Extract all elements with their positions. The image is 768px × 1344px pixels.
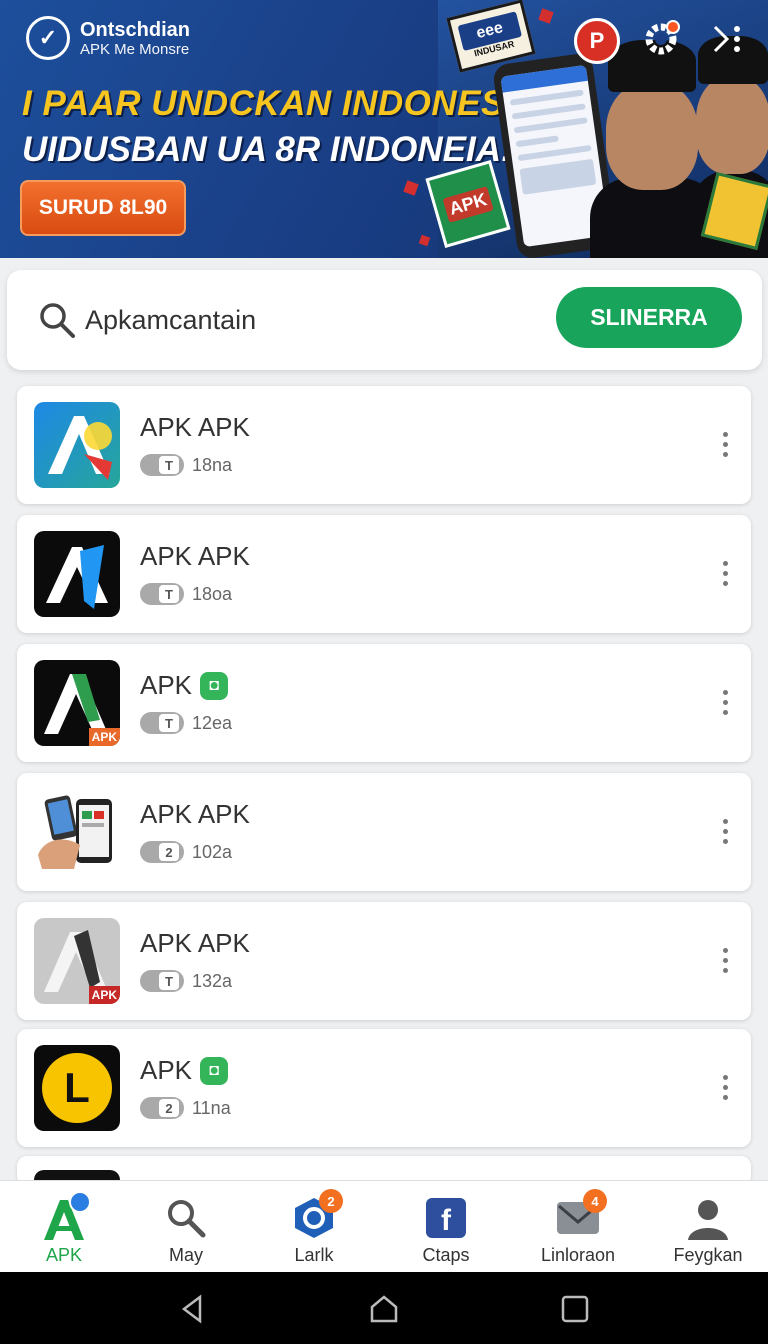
apk-badge: APK	[88, 986, 120, 1004]
nav-item-ctaps[interactable]: f Ctaps	[382, 1181, 510, 1273]
nav-label: May	[168, 1245, 203, 1265]
app-list-item[interactable]: APK APK ◘ T 12ea	[17, 644, 751, 762]
nav-label: Feygkan	[673, 1245, 743, 1265]
app-logo-icon	[34, 402, 120, 488]
recents-icon[interactable]	[560, 1294, 590, 1324]
app-logo-letter: L	[42, 1053, 112, 1123]
more-options-icon[interactable]	[717, 1065, 733, 1109]
app-logo-icon	[34, 789, 120, 875]
hexagon-app-icon: 2	[289, 1189, 343, 1243]
app-meta: 2 102a	[140, 841, 232, 863]
app-size: 18oa	[192, 583, 233, 604]
nav-item-profile[interactable]: Feygkan	[644, 1181, 768, 1273]
nav-item-larlk[interactable]: 2 Larlk	[250, 1181, 378, 1273]
settings-icon[interactable]	[638, 16, 684, 62]
app-meta: T 18oa	[140, 583, 232, 605]
verified-icon: ◘	[200, 1056, 229, 1085]
brand-logo-icon: ✓	[26, 16, 70, 60]
banner-cta-button[interactable]: SURUD 8L90	[20, 180, 186, 236]
notification-badge: 4	[583, 1189, 607, 1213]
search-button[interactable]: SLINERRA	[556, 287, 742, 348]
brand-subtitle: APK Me Monsre	[80, 40, 190, 58]
system-navigation-bar	[0, 1272, 768, 1344]
app-title: APK ◘	[140, 670, 229, 701]
menu-icon[interactable]	[704, 16, 750, 62]
app-list-item[interactable]: APK APK T 18na	[17, 386, 751, 504]
app-meta: T 132a	[140, 970, 232, 992]
apk-sticker-text: APK	[442, 185, 494, 223]
search-icon	[161, 1193, 211, 1243]
person-illustration	[696, 76, 768, 174]
app-logo-icon	[34, 531, 120, 617]
nav-label: APK	[45, 1245, 83, 1265]
facebook-icon: f	[421, 1193, 471, 1243]
apk-badge: APK	[88, 728, 120, 746]
nav-item-apk[interactable]: APK	[0, 1181, 128, 1273]
nav-label: Linloraon	[540, 1245, 616, 1265]
app-title: APK APK	[140, 928, 250, 958]
profile-icon	[683, 1193, 733, 1243]
app-size: 18na	[192, 454, 233, 475]
promo-banner[interactable]: ✓ Ontschdian APK Me Monsre I PAAR UNDCKA…	[0, 0, 768, 258]
app-title: APK ◘	[140, 1055, 229, 1086]
app-list-item[interactable]: APK APK T 18oa	[17, 515, 751, 633]
more-options-icon[interactable]	[717, 680, 733, 724]
notification-badge: 2	[319, 1189, 343, 1213]
notification-dot	[666, 20, 680, 34]
app-size: 11na	[192, 1097, 231, 1118]
search-icon	[40, 303, 75, 338]
more-options-icon[interactable]	[717, 809, 733, 853]
brand: ✓ Ontschdian APK Me Monsre	[26, 16, 190, 60]
size-badge: T	[140, 970, 184, 992]
app-title: APK APK	[140, 799, 250, 829]
banner-confetti	[403, 180, 419, 196]
nav-label: Ctaps	[422, 1245, 470, 1265]
app-list-item[interactable]: APK APK APK T 132a	[17, 902, 751, 1020]
app-size: 12ea	[192, 712, 233, 733]
app-size: 132a	[192, 970, 233, 991]
home-icon[interactable]	[369, 1294, 399, 1324]
brand-name: Ontschdian	[80, 18, 191, 41]
size-badge: T	[140, 454, 184, 476]
back-icon[interactable]	[178, 1294, 208, 1324]
size-badge: 2	[140, 841, 184, 863]
app-logo-icon: L	[34, 1045, 120, 1131]
size-badge: T	[140, 583, 184, 605]
size-badge: 2	[140, 1097, 184, 1119]
app-meta: T 18na	[140, 454, 232, 476]
more-options-icon[interactable]	[717, 422, 733, 466]
app-size: 102a	[192, 841, 233, 862]
app-logo-icon: APK	[34, 918, 120, 1004]
verified-icon: ◘	[200, 671, 229, 700]
bottom-navigation: APK May 2 Larlk f Ctaps 4 Linloraon Feyg…	[0, 1180, 768, 1272]
app-meta: 2 11na	[140, 1097, 231, 1119]
app-meta: T 12ea	[140, 712, 232, 734]
app-title: APK APK	[140, 412, 250, 442]
person-illustration	[606, 82, 698, 190]
banner-confetti	[418, 234, 431, 247]
app-list-item[interactable]: L APK ◘ 2 11na	[17, 1029, 751, 1147]
apk-home-icon	[39, 1191, 91, 1243]
mail-icon: 4	[553, 1189, 607, 1243]
more-options-icon[interactable]	[717, 938, 733, 982]
emblem-icon: P	[574, 18, 620, 64]
search-input[interactable]	[85, 296, 545, 344]
banner-subheadline: UIDUSBAN UA 8R INDONEIA!	[22, 130, 513, 169]
more-options-icon[interactable]	[717, 551, 733, 595]
banner-headline: I PAAR UNDCKAN INDONESIA!	[22, 84, 554, 123]
nav-item-search[interactable]: May	[122, 1181, 250, 1273]
nav-item-linloraon[interactable]: 4 Linloraon	[514, 1181, 642, 1273]
app-title: APK APK	[140, 541, 250, 571]
size-badge: T	[140, 712, 184, 734]
nav-label: Larlk	[294, 1245, 334, 1265]
app-list-item[interactable]: APK APK 2 102a	[17, 773, 751, 891]
app-logo-icon: APK	[34, 660, 120, 746]
search-bar: SLINERRA	[7, 270, 762, 370]
